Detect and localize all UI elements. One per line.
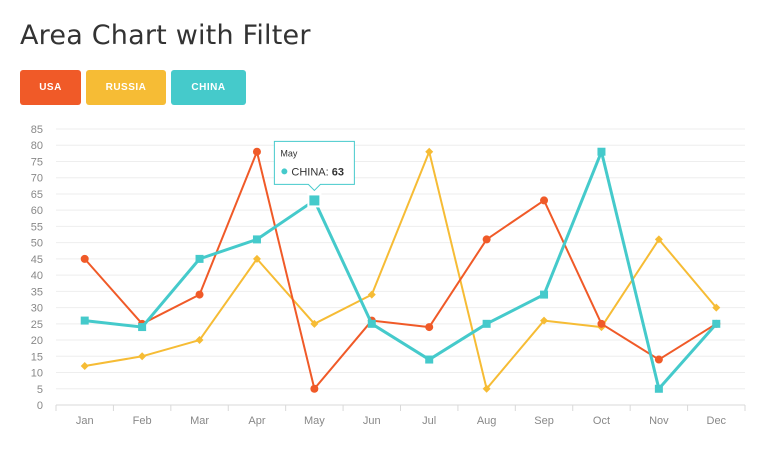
y-tick-label: 65 <box>31 189 43 201</box>
tooltip-series-marker <box>281 168 288 175</box>
x-tick-label: May <box>304 415 325 427</box>
y-tick-label: 35 <box>31 286 43 298</box>
y-tick-label: 15 <box>31 351 43 363</box>
tooltip-series-label: CHINA: 63 <box>291 166 344 178</box>
data-point-china <box>195 254 204 263</box>
data-point-china <box>252 235 261 244</box>
x-tick-label: Nov <box>649 415 669 427</box>
y-tick-label: 45 <box>31 254 43 266</box>
y-tick-label: 0 <box>37 400 43 412</box>
y-tick-label: 50 <box>31 238 43 250</box>
data-point-china <box>425 355 434 364</box>
x-tick-label: Apr <box>248 415 265 427</box>
y-tick-label: 25 <box>31 319 43 331</box>
data-point-usa <box>597 319 606 328</box>
y-tick-label: 60 <box>31 205 43 217</box>
y-tick-label: 85 <box>31 124 43 136</box>
y-tick-label: 80 <box>31 140 43 152</box>
data-point-china <box>597 147 606 156</box>
data-point-usa <box>195 290 204 299</box>
x-tick-label: Feb <box>133 415 152 427</box>
data-point-usa <box>425 323 434 332</box>
x-tick-label: Sep <box>534 415 554 427</box>
data-point-usa <box>80 254 89 263</box>
data-point-china <box>654 384 663 393</box>
data-point-usa <box>654 355 663 364</box>
series-line-russia <box>84 150 718 390</box>
y-tick-label: 70 <box>31 173 43 185</box>
y-tick-label: 75 <box>31 156 43 168</box>
data-point-china <box>540 290 549 299</box>
y-tick-label: 10 <box>31 368 43 380</box>
y-tick-label: 5 <box>37 384 43 396</box>
x-tick-label: Jan <box>76 415 94 427</box>
x-tick-label: Oct <box>593 415 610 427</box>
tooltip-month: May <box>280 148 298 158</box>
line-chart: 0 5 10 15 20 25 30 35 40 45 50 55 60 65 70 75 80 85 Jan Feb… <box>31 124 746 427</box>
x-tick-label: Aug <box>477 415 497 427</box>
x-tick-label: Mar <box>190 415 209 427</box>
data-point-usa <box>482 235 491 244</box>
data-point-china <box>367 319 376 328</box>
data-point-china <box>80 316 89 325</box>
data-point-russia <box>80 362 89 371</box>
x-tick-label: Jun <box>363 415 381 427</box>
data-point-china <box>482 319 491 328</box>
data-point-russia <box>425 147 434 156</box>
y-tick-label: 55 <box>31 221 43 233</box>
data-point-russia <box>138 352 147 361</box>
data-point-usa <box>540 196 549 205</box>
y-tick-label: 40 <box>31 270 43 282</box>
series-line-china <box>84 150 718 391</box>
y-tick-label: 20 <box>31 335 43 347</box>
y-tick-label: 30 <box>31 303 43 315</box>
series-line-usa <box>83 150 717 390</box>
highlighted-point <box>307 193 322 208</box>
x-tick-label: Jul <box>422 415 436 427</box>
data-point-china <box>712 319 721 328</box>
tooltip-value: 63 <box>332 166 344 178</box>
data-point-usa <box>310 384 319 393</box>
data-point-china <box>138 323 147 332</box>
data-point-usa <box>252 147 261 156</box>
x-tick-label: Dec <box>707 415 727 427</box>
